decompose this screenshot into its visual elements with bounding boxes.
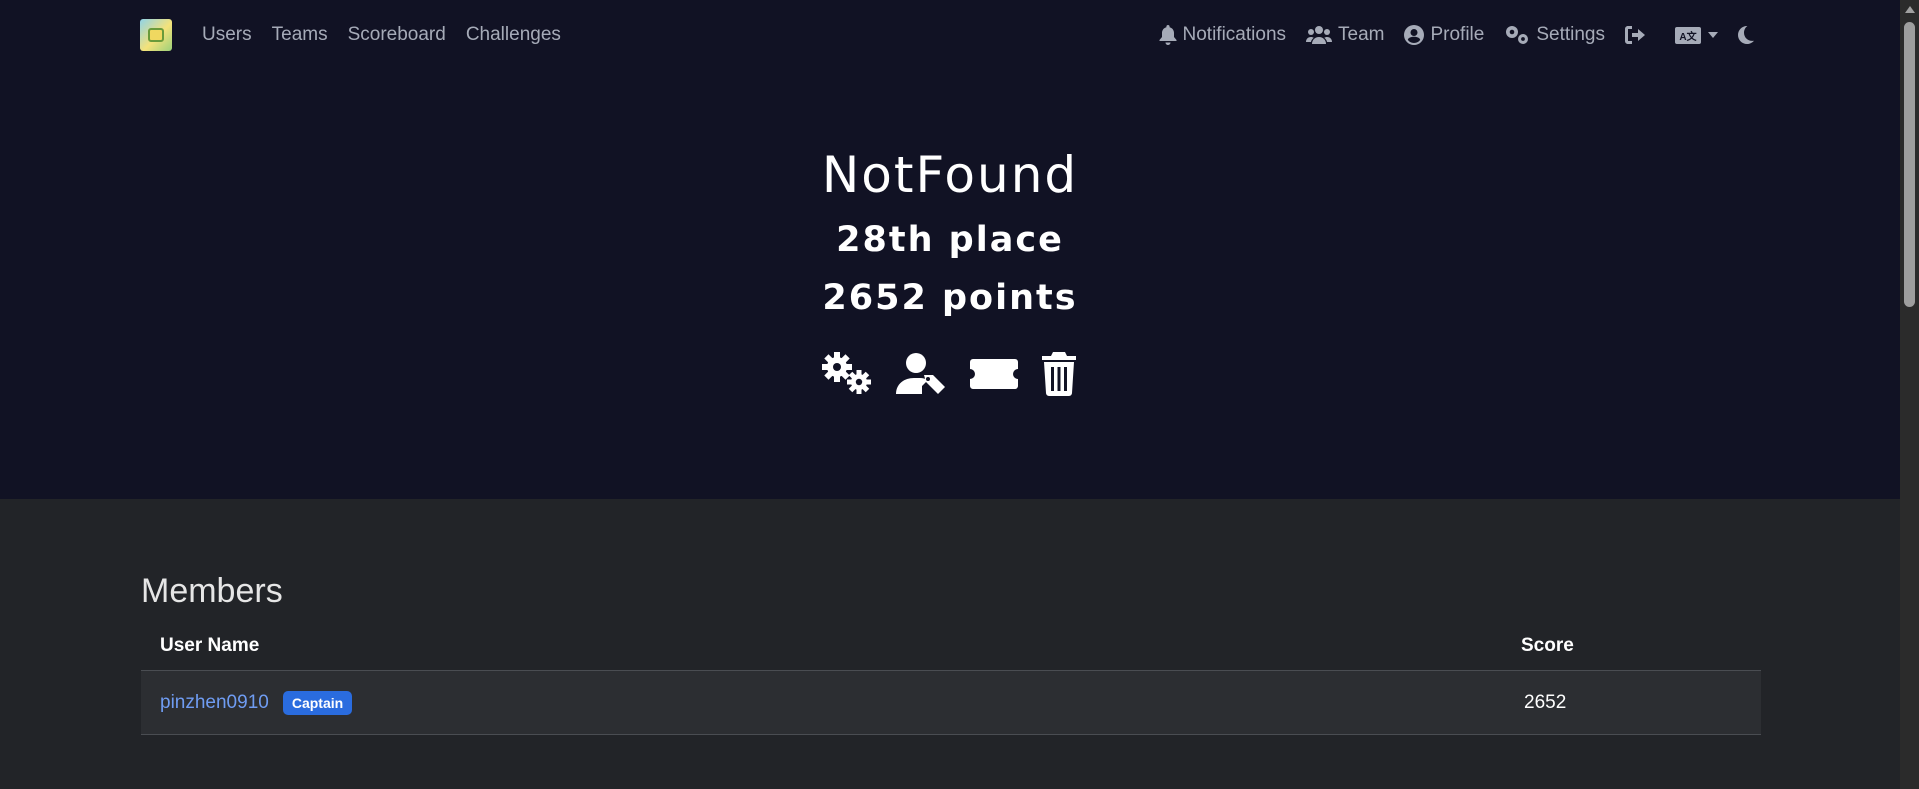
nav-right: Notifications Team Profile Settings A文 <box>1139 24 1760 46</box>
column-score: Score <box>1521 635 1574 656</box>
nav-settings-label: Settings <box>1536 24 1605 45</box>
table-row: pinzhen0910 Captain 2652 <box>141 671 1761 735</box>
nav-left: Users Teams Scoreboard Challenges <box>202 24 581 46</box>
settings-gears-icon <box>822 352 871 394</box>
team-points: 2652 points <box>822 278 1078 318</box>
nav-team[interactable]: Team <box>1306 24 1384 46</box>
ticket-icon <box>970 359 1018 389</box>
moon-icon <box>1738 26 1754 44</box>
scroll-thumb[interactable] <box>1904 22 1915 307</box>
team-name: NotFound <box>821 146 1079 204</box>
scroll-up-arrow-icon[interactable] <box>1905 6 1915 13</box>
language-selector[interactable]: A文 <box>1675 26 1718 44</box>
nav-challenges[interactable]: Challenges <box>466 24 561 46</box>
table-header: User Name Score <box>141 622 1761 671</box>
nav-scoreboard[interactable]: Scoreboard <box>348 24 446 46</box>
theme-toggle[interactable] <box>1738 26 1760 44</box>
team-actions <box>0 352 1900 396</box>
member-link[interactable]: pinzhen0910 <box>160 692 269 714</box>
nav-logout[interactable] <box>1625 26 1653 44</box>
nav-notifications[interactable]: Notifications <box>1159 24 1287 46</box>
members-table: User Name Score pinzhen0910 Captain 2652 <box>141 622 1761 735</box>
nav-profile-label: Profile <box>1430 24 1485 45</box>
user-circle-icon <box>1404 25 1425 45</box>
site-logo[interactable] <box>140 19 172 51</box>
bell-icon <box>1159 25 1177 45</box>
team-place: 28th place <box>836 220 1064 260</box>
nav-teams[interactable]: Teams <box>272 24 328 46</box>
chevron-down-icon <box>1708 32 1718 38</box>
members-heading: Members <box>141 572 283 610</box>
nav-settings[interactable]: Settings <box>1504 24 1605 46</box>
nav-users[interactable]: Users <box>202 24 252 46</box>
nav-profile[interactable]: Profile <box>1404 24 1484 46</box>
trash-icon <box>1042 352 1076 396</box>
member-name-cell: pinzhen0910 Captain <box>141 690 1521 715</box>
language-icon: A文 <box>1675 26 1701 44</box>
user-tag-icon <box>896 353 945 394</box>
nav-team-label: Team <box>1338 24 1385 45</box>
scrollbar[interactable] <box>1900 0 1919 789</box>
page: Users Teams Scoreboard Challenges Notifi… <box>0 0 1900 789</box>
team-invite-button[interactable] <box>896 352 948 396</box>
nav-notifications-label: Notifications <box>1182 24 1287 45</box>
navbar: Users Teams Scoreboard Challenges Notifi… <box>140 0 1760 70</box>
team-delete-button[interactable] <box>1040 352 1078 396</box>
member-score: 2652 <box>1524 691 1567 713</box>
users-icon <box>1306 26 1333 44</box>
team-ticket-button[interactable] <box>970 357 1018 391</box>
column-user-name: User Name <box>160 635 260 656</box>
gears-icon <box>1506 26 1529 44</box>
team-header: Users Teams Scoreboard Challenges Notifi… <box>0 0 1900 499</box>
logout-icon <box>1625 26 1645 44</box>
team-settings-button[interactable] <box>822 352 874 396</box>
captain-badge: Captain <box>282 690 353 715</box>
